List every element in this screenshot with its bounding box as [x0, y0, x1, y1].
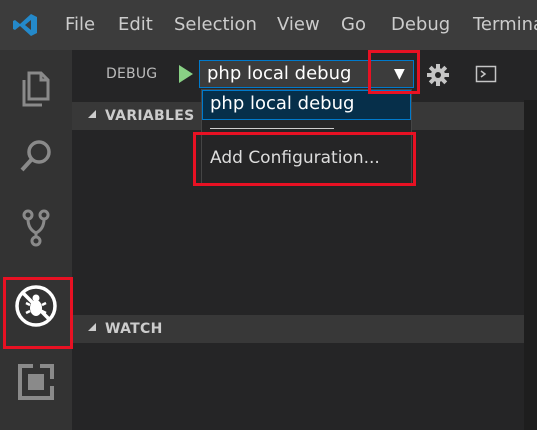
sidebar-scrollbar[interactable] [524, 100, 537, 430]
configuration-value: php local debug [207, 63, 352, 84]
variables-title: VARIABLES [105, 108, 195, 124]
debug-console-icon[interactable] [475, 65, 497, 83]
menu-edit[interactable]: Edit [118, 14, 153, 35]
dropdown-separator [210, 128, 334, 129]
collapse-triangle-icon [88, 110, 96, 118]
extensions-icon[interactable] [11, 357, 61, 407]
files-icon[interactable] [11, 61, 61, 111]
activity-bar [0, 50, 72, 430]
watch-title: WATCH [105, 321, 163, 337]
search-icon[interactable] [11, 131, 61, 181]
source-control-icon[interactable] [11, 203, 61, 253]
watch-section-header[interactable]: WATCH [72, 315, 524, 343]
gear-icon[interactable] [426, 63, 450, 87]
menu-debug[interactable]: Debug [391, 14, 450, 35]
menu-terminal[interactable]: Terminal [473, 14, 537, 35]
menu-go[interactable]: Go [341, 14, 366, 35]
title-bar: File Edit Selection View Go Debug Termin… [0, 0, 537, 50]
menu-selection[interactable]: Selection [174, 14, 257, 35]
vscode-logo-icon [13, 14, 37, 36]
highlight-box-add-configuration [193, 132, 416, 186]
dropdown-option-selected[interactable]: php local debug [202, 90, 411, 120]
debug-view-title: DEBUG [106, 66, 158, 82]
menu-view[interactable]: View [277, 14, 320, 35]
menu-file[interactable]: File [65, 14, 95, 35]
dropdown-option-label: php local debug [210, 93, 355, 114]
highlight-box-arrow [368, 50, 420, 94]
highlight-box-debug-icon [3, 277, 73, 349]
collapse-triangle-icon [88, 323, 96, 331]
start-debugging-icon[interactable] [172, 61, 198, 87]
